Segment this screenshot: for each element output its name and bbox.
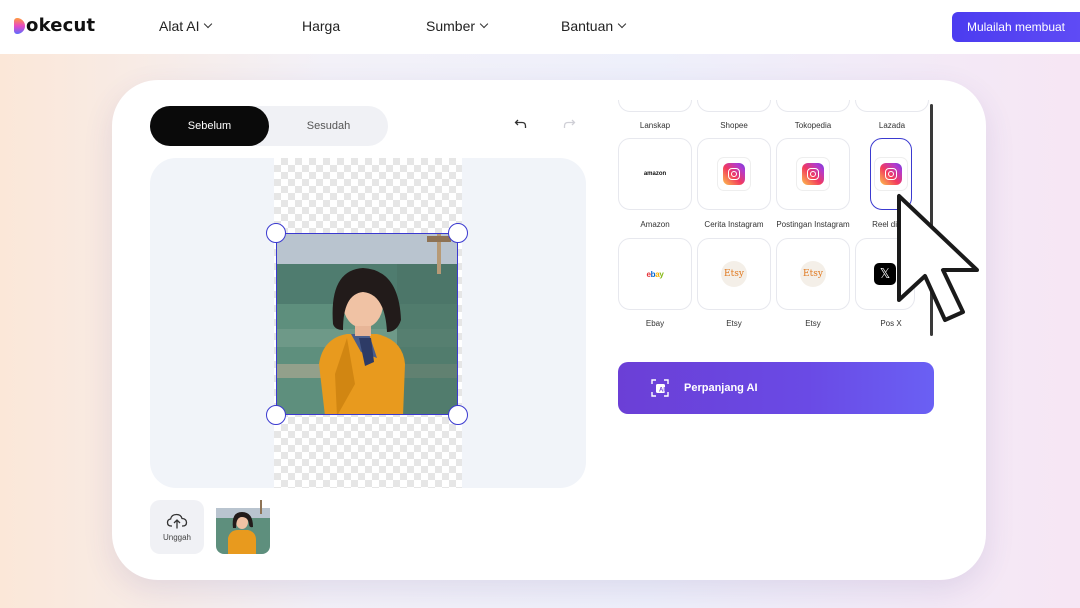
cloud-upload-icon [166,513,188,529]
upload-label: Unggah [162,533,192,542]
mouse-pointer-icon [893,192,983,331]
platform-tile-etsy-2[interactable]: Etsy [776,238,850,310]
platform-tile-amazon[interactable]: amazon [618,138,692,210]
etsy-logo: Etsy [721,261,747,287]
svg-text:AI: AI [659,388,665,394]
nav-item-label: Sumber [426,18,476,34]
brand-logo[interactable]: okecut [14,15,95,36]
chevron-down-icon [204,19,213,29]
before-after-toggle: Sebelum Sesudah [150,106,388,146]
nav-item-sumber[interactable]: Sumber [426,18,489,34]
nav-item-label: Bantuan [561,18,614,34]
platform-size-grid: Lanskap Shopee Tokopedia Lazada amazon A… [612,100,930,340]
platform-label: Postingan Instagram [776,220,850,229]
instagram-icon [723,163,745,185]
start-creating-button[interactable]: Mulailah membuat [952,12,1080,42]
etsy-logo: Etsy [800,261,826,287]
ai-extend-label: Perpanjang AI [684,382,758,394]
resize-handle-bottom-left[interactable] [266,405,286,425]
redo-icon[interactable] [562,117,576,136]
nav-item-harga[interactable]: Harga [302,18,340,34]
image-thumbnail[interactable] [216,500,270,554]
brand-name: okecut [26,15,96,36]
resize-handle-top-left[interactable] [266,223,286,243]
undo-icon[interactable] [514,117,528,136]
instagram-icon [880,163,902,185]
platform-label: Shopee [720,121,748,130]
platform-label: Etsy [805,319,821,328]
platform-label: Tokopedia [794,121,832,130]
platform-tile-instagram-post[interactable] [776,138,850,210]
platform-tile-ebay[interactable]: ebay [618,238,692,310]
resize-handle-bottom-right[interactable] [448,405,468,425]
chevron-down-icon [479,19,489,29]
platform-tile-tokopedia[interactable] [776,100,850,112]
top-navigation: okecut Alat AI Harga Sumber Bantuan Mula… [0,0,1080,54]
before-tab[interactable]: Sebelum [150,106,269,146]
platform-label: Cerita Instagram [704,220,764,229]
instagram-icon [802,163,824,185]
nav-item-label: Alat AI [159,18,200,34]
upload-button[interactable]: Unggah [150,500,204,554]
instagram-card [796,157,830,191]
instagram-card [717,157,751,191]
nav-item-label: Harga [302,18,341,34]
amazon-logo: amazon [643,171,667,177]
nav-item-bantuan[interactable]: Bantuan [561,18,627,34]
chevron-down-icon [617,19,627,29]
resize-handle-top-right[interactable] [448,223,468,243]
platform-tile-shopee[interactable] [697,100,771,112]
portrait-photo[interactable] [276,233,458,415]
platform-tile-lanskap[interactable] [618,100,692,112]
platform-label: Amazon [640,220,670,229]
ai-expand-icon: AI [651,379,669,397]
instagram-card [874,157,908,191]
platform-label: Ebay [645,319,665,328]
platform-label: Lazada [878,121,906,130]
platform-label: Etsy [726,319,742,328]
ai-extend-button[interactable]: AI Perpanjang AI [618,362,934,414]
platform-tile-lazada[interactable] [855,100,929,112]
platform-tile-etsy[interactable]: Etsy [697,238,771,310]
nav-item-alat-ai[interactable]: Alat AI [159,18,213,34]
platform-tile-instagram-story[interactable] [697,138,771,210]
after-tab[interactable]: Sesudah [269,106,388,146]
brand-logo-icon [14,17,25,34]
platform-label: Lanskap [639,121,671,130]
ebay-logo: ebay [646,269,664,279]
